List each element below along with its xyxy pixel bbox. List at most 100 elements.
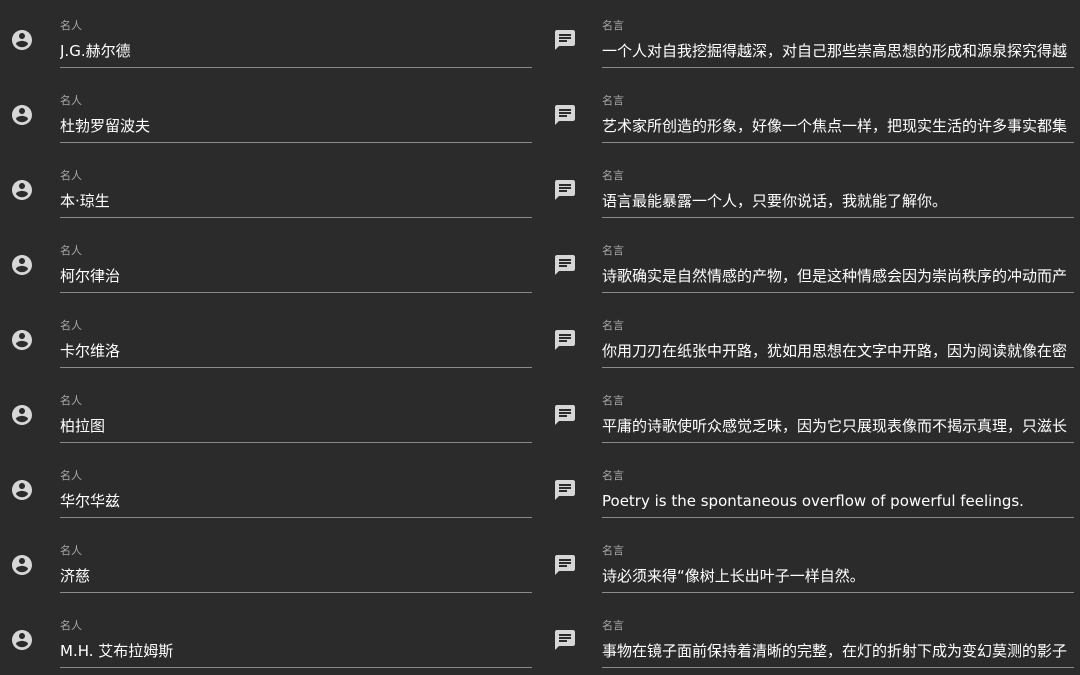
- name-field-underline: [60, 592, 532, 593]
- quote-field[interactable]: 名言 诗歌确实是自然情感的产物，但是这种情感会因为崇尚秩序的冲动而产: [602, 225, 1080, 295]
- account-circle-icon: [10, 403, 34, 427]
- quote-field[interactable]: 名言 诗必须来得“像树上长出叶子一样自然。: [602, 525, 1080, 595]
- quote-field[interactable]: 名言 平庸的诗歌使听众感觉乏味，因为它只展现表像而不揭示真理，只滋长: [602, 375, 1080, 445]
- quote-field-value[interactable]: 诗歌确实是自然情感的产物，但是这种情感会因为崇尚秩序的冲动而产: [602, 265, 1067, 287]
- quote-field-value[interactable]: 平庸的诗歌使听众感觉乏味，因为它只展现表像而不揭示真理，只滋长: [602, 415, 1067, 437]
- form-row: 名人 华尔华兹 名言 Poetry is the spontaneous ove…: [0, 450, 1080, 525]
- quote-field[interactable]: 名言 事物在镜子面前保持着清晰的完整，在灯的折射下成为变幻莫测的影子: [602, 600, 1080, 670]
- name-field[interactable]: 名人 华尔华兹: [60, 450, 532, 520]
- quote-field-value[interactable]: 艺术家所创造的形象，好像一个焦点一样，把现实生活的许多事实都集: [602, 115, 1067, 137]
- form-row: 名人 卡尔维洛 名言 你用刀刃在纸张中开路，犹如用思想在文字中开路，因为阅读就像…: [0, 300, 1080, 375]
- comment-icon: [553, 103, 577, 127]
- quote-field-underline: [602, 667, 1074, 668]
- comment-icon: [553, 478, 577, 502]
- quote-field-label: 名言: [602, 19, 624, 32]
- name-field[interactable]: 名人 本·琼生: [60, 150, 532, 220]
- name-field-underline: [60, 217, 532, 218]
- name-field-underline: [60, 67, 532, 68]
- form-row: 名人 柏拉图 名言 平庸的诗歌使听众感觉乏味，因为它只展现表像而不揭示真理，只滋…: [0, 375, 1080, 450]
- account-circle-icon: [10, 103, 34, 127]
- form-row: 名人 M.H. 艾布拉姆斯 名言 事物在镜子面前保持着清晰的完整，在灯的折射下成…: [0, 600, 1080, 675]
- name-field-value[interactable]: 柯尔律治: [60, 265, 120, 287]
- quote-field[interactable]: 名言 Poetry is the spontaneous overflow of…: [602, 450, 1080, 520]
- quote-field-underline: [602, 217, 1074, 218]
- name-field-label: 名人: [60, 244, 82, 257]
- quotes-form: 名人 J.G.赫尔德 名言 一个人对自我挖掘得越深，对自己那些崇高思想的形成和源…: [0, 0, 1080, 675]
- name-field-label: 名人: [60, 619, 82, 632]
- comment-icon: [553, 178, 577, 202]
- form-row: 名人 杜勃罗留波夫 名言 艺术家所创造的形象，好像一个焦点一样，把现实生活的许多…: [0, 75, 1080, 150]
- quote-field-underline: [602, 67, 1074, 68]
- quote-field-value[interactable]: Poetry is the spontaneous overflow of po…: [602, 490, 1024, 512]
- account-circle-icon: [10, 253, 34, 277]
- quote-field-value[interactable]: 你用刀刃在纸张中开路，犹如用思想在文字中开路，因为阅读就像在密: [602, 340, 1067, 362]
- name-field[interactable]: 名人 柯尔律治: [60, 225, 532, 295]
- name-field[interactable]: 名人 柏拉图: [60, 375, 532, 445]
- quote-field-underline: [602, 592, 1074, 593]
- name-field-label: 名人: [60, 169, 82, 182]
- name-field-underline: [60, 442, 532, 443]
- name-field-underline: [60, 142, 532, 143]
- name-field-label: 名人: [60, 469, 82, 482]
- quote-field-label: 名言: [602, 394, 624, 407]
- quote-field-label: 名言: [602, 469, 624, 482]
- quote-field-underline: [602, 442, 1074, 443]
- name-field[interactable]: 名人 J.G.赫尔德: [60, 0, 532, 70]
- account-circle-icon: [10, 178, 34, 202]
- quote-field-value[interactable]: 一个人对自我挖掘得越深，对自己那些崇高思想的形成和源泉探究得越: [602, 40, 1067, 62]
- name-field[interactable]: 名人 济慈: [60, 525, 532, 595]
- name-field-value[interactable]: J.G.赫尔德: [60, 40, 131, 62]
- comment-icon: [553, 403, 577, 427]
- name-field-value[interactable]: M.H. 艾布拉姆斯: [60, 640, 173, 662]
- quote-field-label: 名言: [602, 544, 624, 557]
- quote-field-underline: [602, 517, 1074, 518]
- quote-field-label: 名言: [602, 169, 624, 182]
- quote-field-value[interactable]: 事物在镜子面前保持着清晰的完整，在灯的折射下成为变幻莫测的影子: [602, 640, 1067, 662]
- account-circle-icon: [10, 553, 34, 577]
- quote-field[interactable]: 名言 艺术家所创造的形象，好像一个焦点一样，把现实生活的许多事实都集: [602, 75, 1080, 145]
- name-field-label: 名人: [60, 394, 82, 407]
- name-field[interactable]: 名人 杜勃罗留波夫: [60, 75, 532, 145]
- form-row: 名人 柯尔律治 名言 诗歌确实是自然情感的产物，但是这种情感会因为崇尚秩序的冲动…: [0, 225, 1080, 300]
- name-field-value[interactable]: 华尔华兹: [60, 490, 120, 512]
- quote-field-label: 名言: [602, 319, 624, 332]
- name-field-label: 名人: [60, 544, 82, 557]
- quote-field[interactable]: 名言 语言最能暴露一个人，只要你说话，我就能了解你。: [602, 150, 1080, 220]
- name-field-value[interactable]: 柏拉图: [60, 415, 105, 437]
- form-row: 名人 J.G.赫尔德 名言 一个人对自我挖掘得越深，对自己那些崇高思想的形成和源…: [0, 0, 1080, 75]
- comment-icon: [553, 553, 577, 577]
- account-circle-icon: [10, 28, 34, 52]
- comment-icon: [553, 253, 577, 277]
- quote-field[interactable]: 名言 你用刀刃在纸张中开路，犹如用思想在文字中开路，因为阅读就像在密: [602, 300, 1080, 370]
- account-circle-icon: [10, 328, 34, 352]
- name-field-label: 名人: [60, 19, 82, 32]
- name-field-underline: [60, 292, 532, 293]
- name-field-underline: [60, 517, 532, 518]
- name-field-value[interactable]: 卡尔维洛: [60, 340, 120, 362]
- name-field-value[interactable]: 杜勃罗留波夫: [60, 115, 150, 137]
- account-circle-icon: [10, 628, 34, 652]
- name-field[interactable]: 名人 卡尔维洛: [60, 300, 532, 370]
- quote-field-value[interactable]: 语言最能暴露一个人，只要你说话，我就能了解你。: [602, 190, 947, 212]
- quote-field-underline: [602, 292, 1074, 293]
- name-field-underline: [60, 667, 532, 668]
- name-field-value[interactable]: 济慈: [60, 565, 90, 587]
- name-field-value[interactable]: 本·琼生: [60, 190, 110, 212]
- name-field-label: 名人: [60, 319, 82, 332]
- quote-field-label: 名言: [602, 244, 624, 257]
- comment-icon: [553, 628, 577, 652]
- name-field[interactable]: 名人 M.H. 艾布拉姆斯: [60, 600, 532, 670]
- quote-field-underline: [602, 142, 1074, 143]
- quote-field-label: 名言: [602, 619, 624, 632]
- form-row: 名人 本·琼生 名言 语言最能暴露一个人，只要你说话，我就能了解你。: [0, 150, 1080, 225]
- quote-field-value[interactable]: 诗必须来得“像树上长出叶子一样自然。: [602, 565, 865, 587]
- form-row: 名人 济慈 名言 诗必须来得“像树上长出叶子一样自然。: [0, 525, 1080, 600]
- comment-icon: [553, 28, 577, 52]
- comment-icon: [553, 328, 577, 352]
- name-field-underline: [60, 367, 532, 368]
- quote-field-underline: [602, 367, 1074, 368]
- name-field-label: 名人: [60, 94, 82, 107]
- quote-field[interactable]: 名言 一个人对自我挖掘得越深，对自己那些崇高思想的形成和源泉探究得越: [602, 0, 1080, 70]
- quote-field-label: 名言: [602, 94, 624, 107]
- account-circle-icon: [10, 478, 34, 502]
